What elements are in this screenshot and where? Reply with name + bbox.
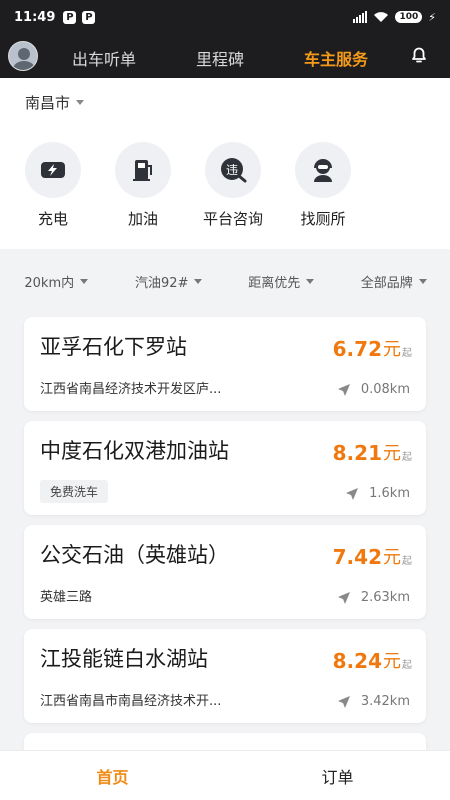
clock: 11:49 (14, 9, 56, 25)
price-value: 7.42 (332, 545, 382, 569)
chevron-down-icon (418, 278, 427, 284)
service-label: 加油 (127, 210, 158, 228)
station-price: 7.42 元 起 (333, 543, 412, 569)
support-icon (295, 142, 351, 198)
filter-sort[interactable]: 距离优先 (225, 272, 338, 291)
price-value: 6.72 (332, 337, 382, 361)
wifi-icon (374, 12, 389, 22)
city-label: 南昌市 (25, 93, 71, 112)
price-unit: 元 (383, 547, 401, 568)
bottom-tabbar: 首页 订单 (0, 750, 450, 800)
station-price: 8.24 元 起 (333, 647, 412, 673)
top-nav: 出车听单 里程碑 车主服务 (0, 34, 450, 78)
tab-owner-service[interactable]: 车主服务 (304, 46, 368, 70)
chevron-down-icon (306, 278, 315, 284)
service-charge[interactable]: 充电 (16, 142, 90, 229)
station-card[interactable] (24, 733, 426, 750)
navigation-arrow-icon (337, 591, 350, 604)
consult-icon: 违 (205, 142, 261, 198)
price-unit: 元 (383, 443, 401, 464)
service-fuel[interactable]: 加油 (106, 142, 180, 229)
filter-fuel-type[interactable]: 汽油92# (113, 272, 226, 291)
station-card[interactable]: 亚孚石化下罗站 江西省南昌经济技术开发区庐... 6.72 元 起 0.08km (24, 317, 426, 411)
filter-distance[interactable]: 20km内 (0, 272, 113, 291)
navigation-arrow-icon (337, 383, 350, 396)
chevron-down-icon (76, 99, 85, 105)
station-price: 8.21 元 起 (333, 439, 412, 465)
station-distance: 2.63km (337, 590, 410, 605)
parking-notification-icon: P (63, 10, 77, 24)
chevron-down-icon (80, 278, 89, 284)
tab-orders[interactable]: 订单 (225, 751, 450, 800)
station-distance: 3.42km (337, 694, 410, 709)
distance-value: 2.63km (360, 590, 410, 605)
station-card[interactable]: 江投能链白水湖站 江西省南昌市南昌经济技术开... 8.24 元 起 3.42k… (24, 629, 426, 723)
service-label: 充电 (37, 210, 68, 228)
service-label: 平台咨询 (202, 210, 263, 228)
service-panel: 南昌市 充电 加油 违 平台咨询 找厕所 (0, 78, 450, 249)
city-selector[interactable]: 南昌市 (0, 78, 450, 126)
filter-label: 汽油92# (135, 275, 189, 291)
price-unit: 元 (383, 339, 401, 360)
navigation-arrow-icon (346, 487, 359, 500)
service-grid: 充电 加油 违 平台咨询 找厕所 (0, 126, 450, 239)
price-unit: 元 (383, 651, 401, 672)
charging-icon: ⚡ (428, 10, 436, 24)
station-distance: 1.6km (345, 486, 410, 501)
filter-label: 全部品牌 (360, 275, 413, 291)
charge-icon (25, 142, 81, 198)
price-value: 8.24 (332, 649, 382, 673)
filter-brand[interactable]: 全部品牌 (338, 272, 450, 291)
station-distance: 0.08km (337, 382, 410, 397)
distance-value: 3.42km (360, 694, 410, 709)
parking-notification-icon: P (82, 10, 96, 24)
price-suffix: 起 (402, 452, 412, 463)
avatar[interactable] (8, 41, 38, 71)
service-consult[interactable]: 违 平台咨询 (196, 142, 270, 229)
battery-icon: 100 (395, 11, 423, 23)
station-price: 6.72 元 起 (333, 335, 412, 361)
filter-label: 20km内 (24, 275, 75, 291)
station-card[interactable]: 中度石化双港加油站 免费洗车 8.21 元 起 1.6km (24, 421, 426, 515)
tab-dispatch[interactable]: 出车听单 (72, 46, 136, 70)
fuel-icon (115, 142, 171, 198)
distance-value: 1.6km (369, 486, 410, 501)
station-address: 英雄三路 (40, 590, 93, 605)
filter-bar: 20km内 汽油92# 距离优先 全部品牌 (0, 257, 450, 305)
station-address: 江西省南昌经济技术开发区庐... (40, 382, 222, 397)
tab-home[interactable]: 首页 (0, 751, 225, 800)
bell-icon[interactable] (410, 46, 428, 64)
station-tag: 免费洗车 (40, 480, 109, 503)
chevron-down-icon (194, 278, 203, 284)
main-content: 南昌市 充电 加油 违 平台咨询 找厕所 20km内 汽油92# 距离优先 全部… (0, 78, 450, 750)
service-label: 找厕所 (300, 210, 346, 228)
status-bar: 11:49 P P 100 ⚡ (0, 0, 450, 34)
signal-icon (353, 11, 368, 23)
svg-text:违: 违 (226, 163, 238, 177)
tab-milestone[interactable]: 里程碑 (196, 46, 244, 70)
station-card[interactable]: 公交石油（英雄站） 英雄三路 7.42 元 起 2.63km (24, 525, 426, 619)
price-value: 8.21 (332, 441, 382, 465)
filter-label: 距离优先 (248, 275, 301, 291)
station-address: 江西省南昌市南昌经济技术开... (40, 694, 222, 709)
price-suffix: 起 (402, 556, 412, 567)
navigation-arrow-icon (337, 695, 350, 708)
distance-value: 0.08km (360, 382, 410, 397)
price-suffix: 起 (402, 348, 412, 359)
service-toilet[interactable]: 找厕所 (286, 142, 360, 229)
price-suffix: 起 (402, 660, 412, 671)
